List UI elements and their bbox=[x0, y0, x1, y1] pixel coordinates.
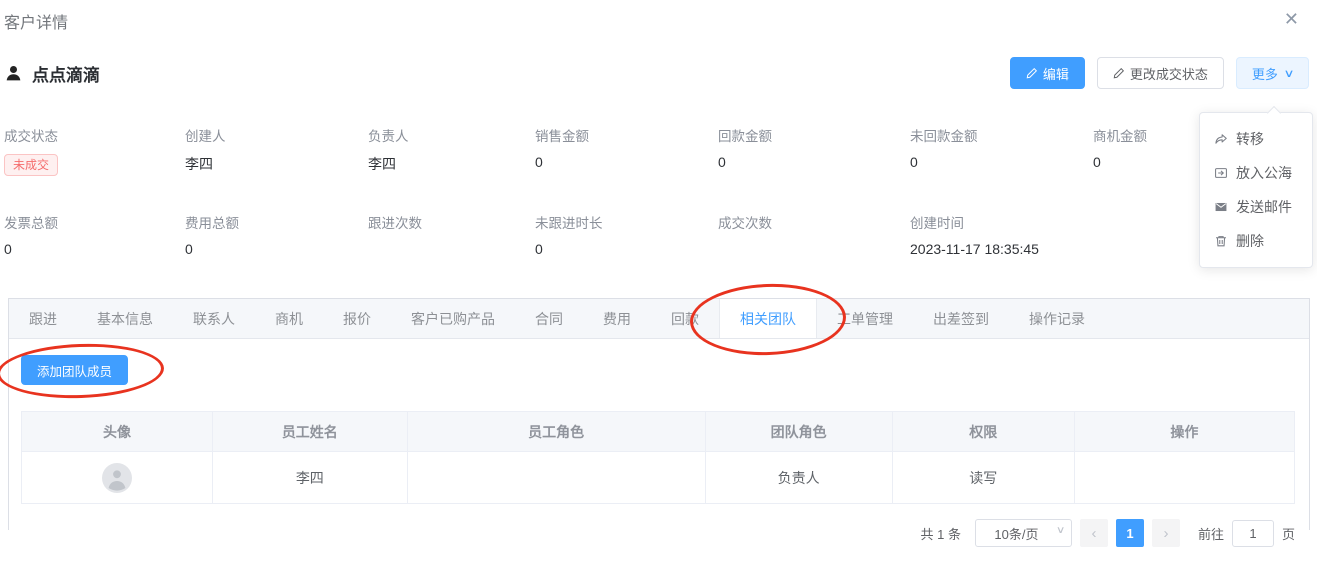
field-deal-status: 成交状态 未成交 bbox=[4, 125, 185, 176]
tab-follow-up[interactable]: 跟进 bbox=[9, 299, 77, 338]
field-unfollowed-duration: 未跟进时长 0 bbox=[535, 216, 603, 257]
tab-contacts[interactable]: 联系人 bbox=[173, 299, 255, 338]
cell-avatar bbox=[21, 451, 213, 504]
change-deal-status-button[interactable]: 更改成交状态 bbox=[1096, 57, 1224, 89]
more-dropdown-menu: 转移 放入公海 发送邮件 删除 bbox=[1199, 112, 1313, 268]
menu-item-delete[interactable]: 删除 bbox=[1200, 224, 1312, 258]
field-expense-total: 费用总额 0 bbox=[185, 216, 239, 257]
table-row: 李四 负责人 读写 bbox=[21, 451, 1296, 504]
pen-icon bbox=[1026, 67, 1038, 79]
tab-business-trip-checkin[interactable]: 出差签到 bbox=[913, 299, 1009, 338]
tab-purchased-products[interactable]: 客户已购产品 bbox=[391, 299, 515, 338]
pagination-total: 共 1 条 bbox=[920, 526, 961, 542]
team-table: 头像 员工姓名 员工角色 团队角色 权限 操作 李四 负责人 读写 bbox=[21, 411, 1296, 504]
col-header-employee-name: 员工姓名 bbox=[211, 411, 408, 452]
goto-page-input[interactable] bbox=[1231, 519, 1274, 547]
menu-item-move-to-pool[interactable]: 放入公海 bbox=[1200, 156, 1312, 190]
cell-employee-role bbox=[406, 451, 706, 504]
cell-team-role: 负责人 bbox=[704, 451, 893, 504]
customer-name-row: 点点滴滴 bbox=[4, 61, 100, 86]
cell-permission: 读写 bbox=[891, 451, 1075, 504]
cell-operation bbox=[1073, 451, 1296, 504]
field-create-time: 创建时间 2023-11-17 18:35:45 bbox=[910, 216, 1039, 257]
field-invoice-total: 发票总额 0 bbox=[4, 216, 58, 257]
col-header-operation: 操作 bbox=[1073, 411, 1296, 452]
col-header-team-role: 团队角色 bbox=[704, 411, 893, 452]
cell-employee-name: 李四 bbox=[211, 451, 408, 504]
pen-icon bbox=[1113, 67, 1125, 79]
menu-item-transfer[interactable]: 转移 bbox=[1200, 122, 1312, 156]
customer-name: 点点滴滴 bbox=[32, 65, 100, 85]
avatar bbox=[101, 462, 132, 493]
next-page-button[interactable]: › bbox=[1151, 519, 1180, 547]
col-header-permission: 权限 bbox=[891, 411, 1075, 452]
field-payment-amount: 回款金额 0 bbox=[718, 129, 772, 170]
action-buttons: 编辑 更改成交状态 更多 ∨ bbox=[1009, 57, 1309, 89]
more-button[interactable]: 更多 ∨ bbox=[1235, 57, 1309, 89]
drawer-header: 客户详情 ✕ bbox=[0, 0, 1317, 33]
move-to-pool-icon bbox=[1214, 166, 1228, 180]
tab-opportunity[interactable]: 商机 bbox=[255, 299, 323, 338]
tab-work-order[interactable]: 工单管理 bbox=[817, 299, 913, 338]
goto-suffix: 页 bbox=[1281, 526, 1295, 542]
close-icon[interactable]: ✕ bbox=[1280, 9, 1303, 29]
page-title: 客户详情 bbox=[4, 15, 69, 32]
chevron-left-icon: ‹ bbox=[1091, 524, 1097, 542]
col-header-avatar: 头像 bbox=[21, 411, 213, 452]
chevron-right-icon: › bbox=[1163, 524, 1169, 542]
page-number-1[interactable]: 1 bbox=[1115, 519, 1144, 547]
related-team-panel: 添加团队成员 头像 员工姓名 员工角色 团队角色 权限 操作 李四 负责人 读写… bbox=[0, 339, 1309, 547]
tab-basic-info[interactable]: 基本信息 bbox=[77, 299, 173, 338]
chevron-down-icon: ∨ bbox=[1283, 67, 1295, 80]
send-mail-icon bbox=[1214, 200, 1228, 214]
field-followup-count: 跟进次数 bbox=[368, 216, 422, 231]
transfer-icon bbox=[1214, 132, 1228, 146]
detail-tabs-card: 跟进 基本信息 联系人 商机 报价 客户已购产品 合同 费用 回款 相关团队 工… bbox=[0, 281, 1310, 547]
tab-expense[interactable]: 费用 bbox=[583, 299, 651, 338]
tab-related-team[interactable]: 相关团队 bbox=[688, 281, 848, 358]
customer-summary: 点点滴滴 编辑 更改成交状态 更多 ∨ bbox=[0, 33, 1317, 89]
menu-item-send-mail[interactable]: 发送邮件 bbox=[1200, 190, 1312, 224]
field-unpaid-amount: 未回款金额 0 bbox=[910, 129, 978, 170]
person-icon bbox=[4, 64, 23, 83]
field-sales-amount: 销售金额 0 bbox=[535, 129, 589, 170]
tab-bar: 跟进 基本信息 联系人 商机 报价 客户已购产品 合同 费用 回款 相关团队 工… bbox=[9, 281, 1309, 358]
field-creator: 创建人 李四 bbox=[185, 129, 226, 172]
field-deal-count: 成交次数 bbox=[718, 216, 772, 231]
customer-fields: 成交状态 未成交 创建人 李四 负责人 李四 销售金额 0 回款金额 0 未回款… bbox=[0, 89, 1317, 258]
pagination: 共 1 条 10条/页 ∨ ‹ 1 › 前往 页 bbox=[21, 519, 1295, 547]
chevron-down-icon: ∨ bbox=[1055, 525, 1066, 536]
goto-label: 前往 bbox=[1197, 526, 1224, 542]
table-header-row: 头像 员工姓名 员工角色 团队角色 权限 操作 bbox=[21, 411, 1296, 452]
tab-operation-log[interactable]: 操作记录 bbox=[1009, 299, 1105, 338]
add-team-member-button[interactable]: 添加团队成员 bbox=[21, 355, 129, 385]
col-header-employee-role: 员工角色 bbox=[406, 411, 706, 452]
page-size-select[interactable]: 10条/页 ∨ bbox=[974, 519, 1072, 547]
tab-contract[interactable]: 合同 bbox=[515, 299, 583, 338]
tab-payment[interactable]: 回款 bbox=[651, 299, 719, 338]
prev-page-button[interactable]: ‹ bbox=[1079, 519, 1108, 547]
tab-quotation[interactable]: 报价 bbox=[323, 299, 391, 338]
delete-icon bbox=[1214, 234, 1228, 248]
edit-button[interactable]: 编辑 bbox=[1009, 57, 1085, 89]
field-owner: 负责人 李四 bbox=[368, 129, 409, 172]
status-badge: 未成交 bbox=[4, 154, 59, 176]
